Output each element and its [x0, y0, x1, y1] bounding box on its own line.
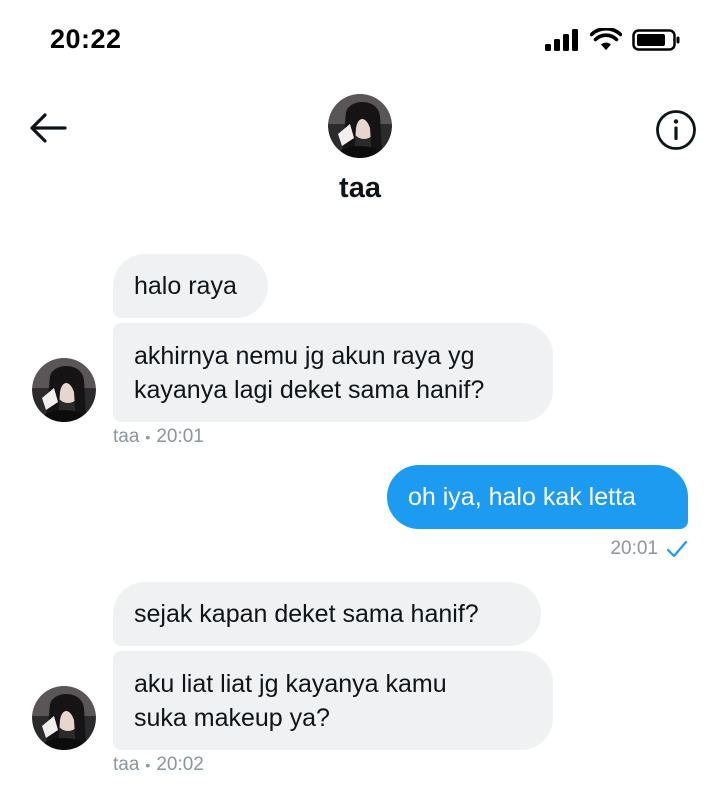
message-bubble-incoming[interactable]: halo raya [113, 254, 268, 318]
message-bubble-incoming[interactable]: aku liat liat jg kayanya kamu suka makeu… [113, 651, 553, 750]
contact-name[interactable]: taa [0, 172, 720, 205]
message-meta: 20:01 [610, 538, 688, 560]
conversation-header: taa [0, 80, 720, 220]
status-time: 20:22 [50, 24, 122, 54]
contact-avatar[interactable] [328, 94, 392, 158]
status-bar: 20:22 [0, 0, 720, 80]
message-bubble-incoming[interactable]: sejak kapan deket sama hanif? [113, 582, 541, 646]
sender-avatar[interactable] [32, 358, 96, 422]
message-time: 20:02 [156, 754, 204, 775]
message-meta: taa • 20:01 [113, 426, 204, 448]
sender-name: taa [113, 754, 140, 775]
message-time: 20:01 [156, 426, 204, 447]
message-time: 20:01 [610, 538, 658, 559]
battery-icon [632, 29, 680, 51]
back-button[interactable] [26, 106, 70, 150]
message-bubble-incoming[interactable]: akhirnya nemu jg akun raya yg kayanya la… [113, 323, 553, 422]
meta-separator: • [145, 757, 151, 773]
message-meta: taa • 20:02 [113, 754, 204, 776]
info-button[interactable] [654, 108, 698, 152]
info-icon [656, 110, 696, 150]
wifi-icon [590, 28, 622, 50]
arrow-left-icon [30, 113, 67, 143]
sender-name: taa [113, 426, 140, 447]
cellular-signal-icon [545, 29, 578, 51]
meta-separator: • [145, 429, 151, 445]
avatar-image [32, 686, 96, 750]
check-icon [666, 540, 688, 558]
message-bubble-outgoing[interactable]: oh iya, halo kak letta [387, 465, 688, 529]
sender-avatar[interactable] [32, 686, 96, 750]
status-icons [544, 28, 682, 52]
avatar-image [32, 358, 96, 422]
avatar-image [328, 94, 392, 158]
